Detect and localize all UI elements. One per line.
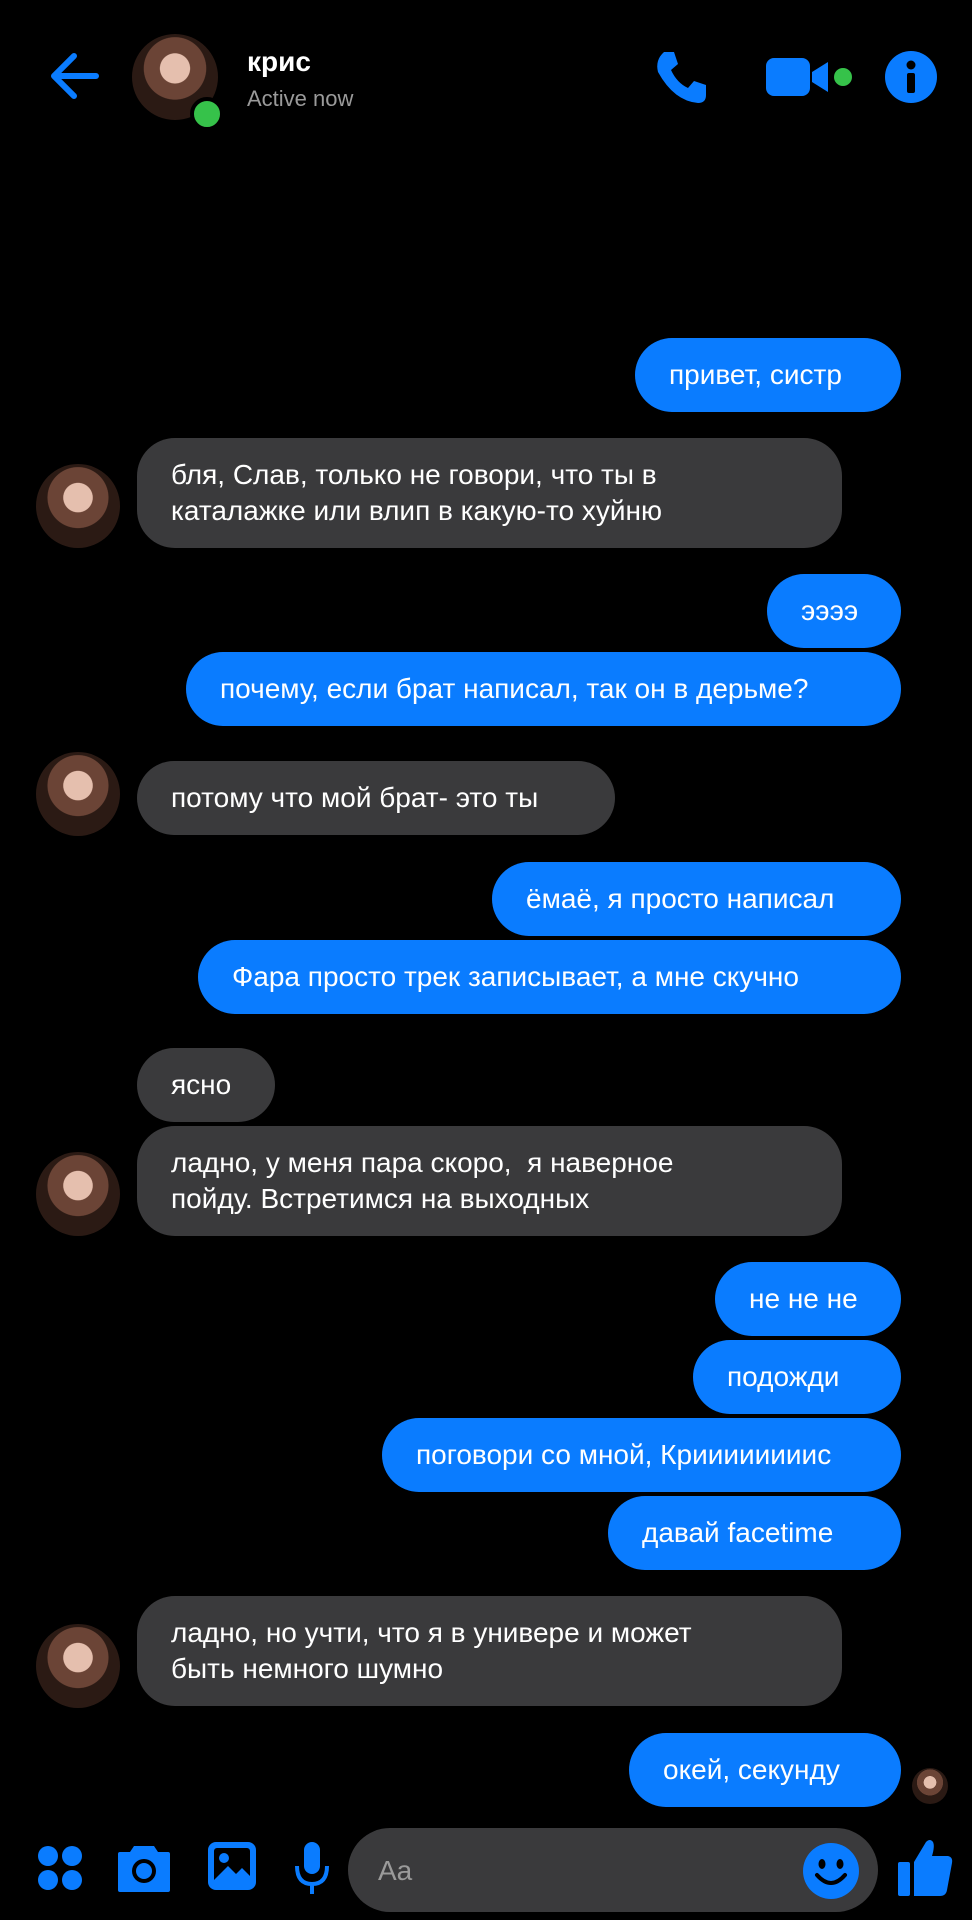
gallery-icon[interactable] (206, 1840, 258, 1892)
outgoing-message[interactable]: подожди (693, 1340, 901, 1414)
apps-grid-icon[interactable] (36, 1844, 84, 1892)
microphone-icon[interactable] (292, 1840, 332, 1898)
emoji-icon[interactable] (802, 1842, 860, 1900)
like-thumb-icon[interactable] (896, 1836, 954, 1898)
outgoing-message[interactable]: Фара просто трек записывает, а мне скучн… (198, 940, 901, 1014)
sender-avatar[interactable] (36, 1152, 120, 1236)
incoming-message[interactable]: бля, Слав, только не говори, что ты в ка… (137, 438, 842, 548)
message-input[interactable] (376, 1846, 800, 1896)
message-thread: привет, систр бля, Слав, только не говор… (0, 0, 972, 1820)
outgoing-message[interactable]: окей, секунду (629, 1733, 901, 1807)
incoming-message[interactable]: ладно, у меня пара скоро, я наверное пой… (137, 1126, 842, 1236)
incoming-message[interactable]: ясно (137, 1048, 275, 1122)
composer-bar (0, 1820, 972, 1920)
incoming-message[interactable]: ладно, но учти, что я в универе и может … (137, 1596, 842, 1706)
sender-avatar[interactable] (36, 464, 120, 548)
message-input-container[interactable] (348, 1828, 878, 1912)
seen-receipt-avatar (912, 1768, 948, 1804)
outgoing-message[interactable]: ээээ (767, 574, 901, 648)
outgoing-message[interactable]: не не не (715, 1262, 901, 1336)
outgoing-message[interactable]: почему, если брат написал, так он в дерь… (186, 652, 901, 726)
outgoing-message[interactable]: давай facetime (608, 1496, 901, 1570)
outgoing-message[interactable]: поговори со мной, Криииииииис (382, 1418, 901, 1492)
outgoing-message[interactable]: ёмаё, я просто написал (492, 862, 901, 936)
sender-avatar[interactable] (36, 752, 120, 836)
incoming-message[interactable]: потому что мой брат- это ты (137, 761, 615, 835)
camera-icon[interactable] (116, 1840, 172, 1894)
sender-avatar[interactable] (36, 1624, 120, 1708)
outgoing-message[interactable]: привет, систр (635, 338, 901, 412)
